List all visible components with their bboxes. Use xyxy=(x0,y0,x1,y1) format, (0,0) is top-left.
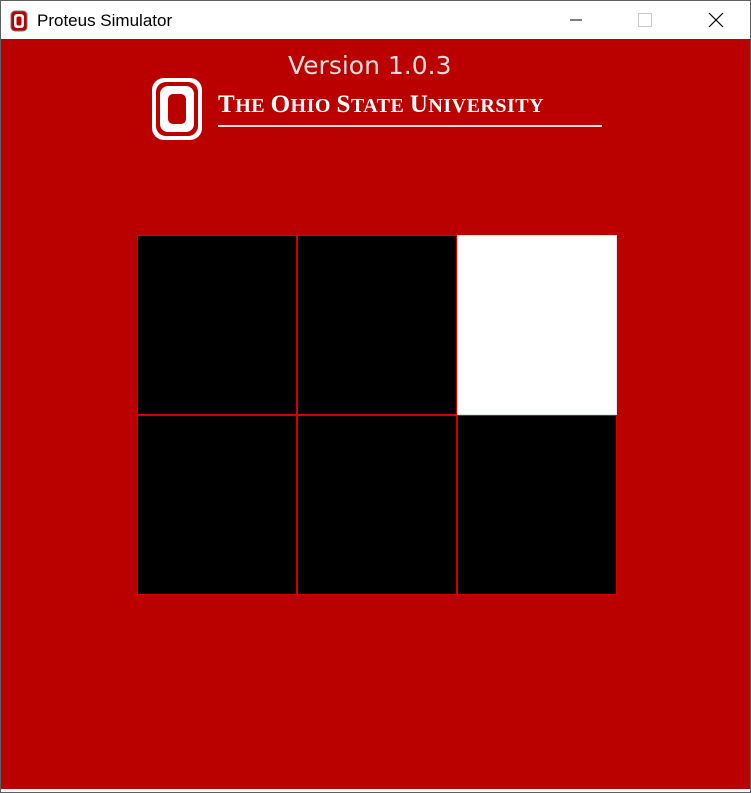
display-cell[interactable] xyxy=(457,415,617,595)
title-bar[interactable]: Proteus Simulator xyxy=(1,1,750,39)
window-title: Proteus Simulator xyxy=(37,11,173,30)
display-cell[interactable] xyxy=(457,235,617,415)
maximize-icon xyxy=(638,13,652,27)
minimize-icon xyxy=(570,19,582,21)
display-cell[interactable] xyxy=(297,415,457,595)
display-cell[interactable] xyxy=(297,235,457,415)
display-grid[interactable] xyxy=(137,235,617,595)
simulator-canvas[interactable]: Version 1.0.3 THE OHIO STATE UNIVERSITY xyxy=(1,39,750,789)
close-button[interactable] xyxy=(693,1,739,39)
display-cell[interactable] xyxy=(137,235,297,415)
ohio-state-block-o-icon xyxy=(10,10,28,32)
ohio-state-block-o-icon xyxy=(152,78,202,140)
display-cell[interactable] xyxy=(137,415,297,595)
minimize-button[interactable] xyxy=(553,1,599,39)
proteus-simulator-window: Proteus Simulator Version 1.0.3 THE OHIO… xyxy=(0,0,751,793)
close-icon xyxy=(708,12,724,28)
logo-underline xyxy=(218,125,602,127)
maximize-button[interactable] xyxy=(622,1,668,39)
university-name: THE OHIO STATE UNIVERSITY xyxy=(218,91,545,118)
